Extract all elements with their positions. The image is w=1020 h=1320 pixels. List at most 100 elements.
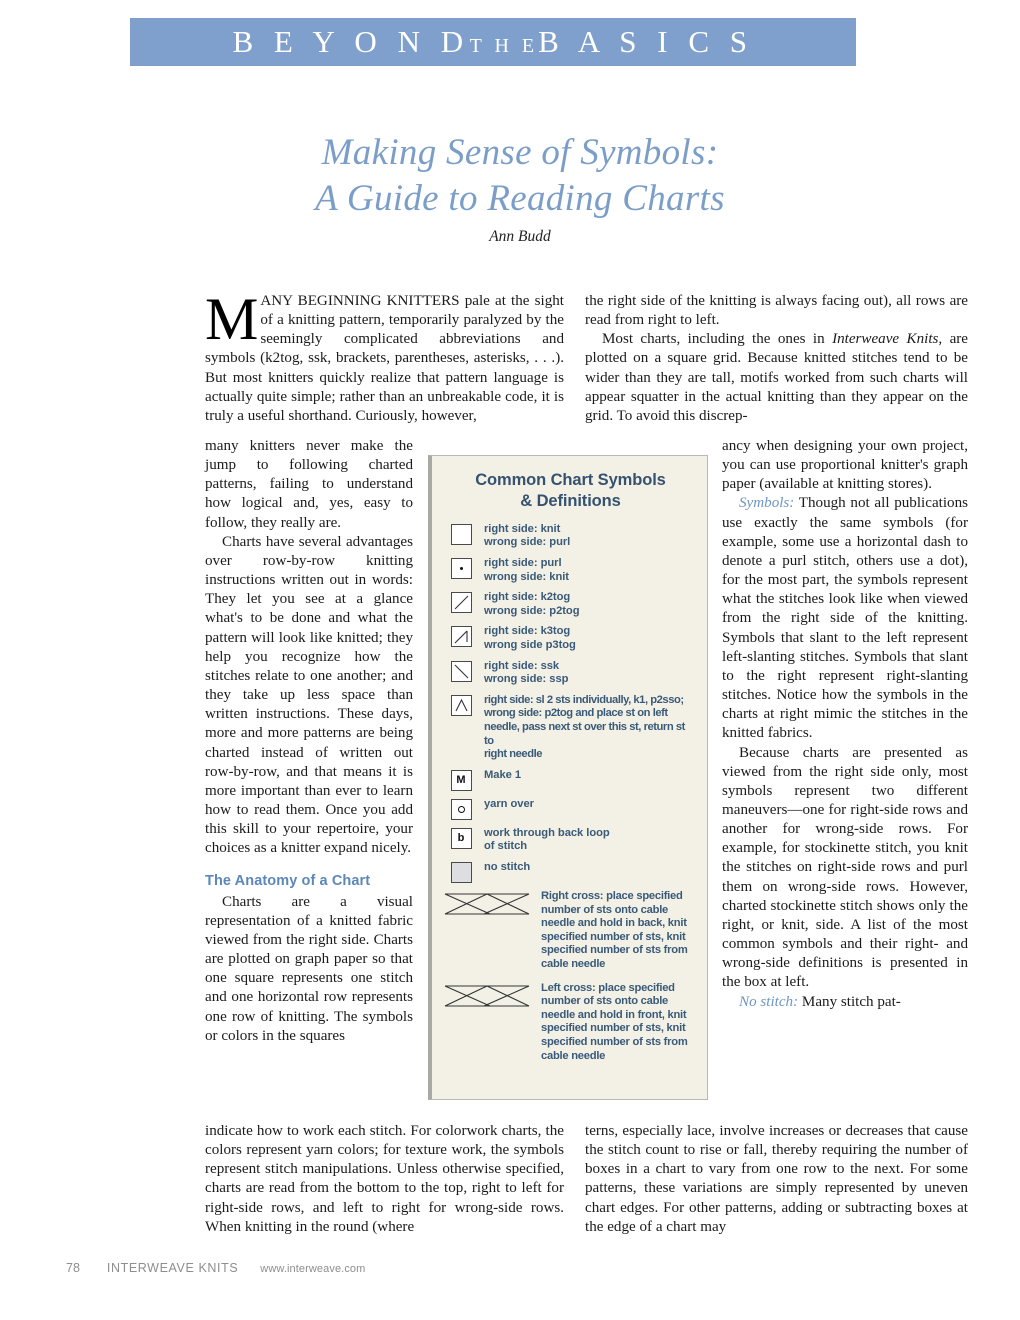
right-narrow-paragraph-4-text: Many stitch pat- — [798, 993, 901, 1010]
left-narrow-paragraph-3: Charts are a visual representation of a … — [205, 893, 413, 1044]
symbol-row: no stitch — [444, 861, 697, 883]
sidebar-title-line-2: & Definitions — [520, 492, 621, 511]
symbol-definition: yarn over — [478, 798, 534, 812]
through-back-loop-icon: b — [450, 827, 472, 849]
left-narrow-paragraph-1: many knitters never make the jump to fol… — [205, 438, 413, 531]
drop-cap-letter: M — [205, 286, 259, 352]
article-title-block: Making Sense of Symbols: A Guide to Read… — [150, 130, 890, 246]
symbol-line-3: needle, pass next st over this st, retur… — [484, 721, 685, 747]
publication-name: INTERWEAVE KNITS — [106, 1261, 239, 1275]
symbol-icon-cell — [444, 660, 478, 682]
symbol-definition: no stitch — [478, 861, 530, 875]
symbol-row: right side: k2tog wrong side: p2tog — [444, 591, 697, 618]
slash-glyph — [454, 595, 468, 610]
symbol-icon-cell — [444, 557, 478, 580]
symbol-row: right side: ssk wrong side: ssp — [444, 660, 697, 687]
make-one-icon: M — [450, 769, 472, 791]
right-bottom-paragraph: terns, especially lace, involve increase… — [585, 1123, 968, 1235]
right-narrow-paragraph-2: Symbols: Though not all publications use… — [722, 494, 968, 743]
symbol-row: right side: purl wrong side: knit — [444, 557, 697, 584]
symbol-line-1: right side: sl 2 sts individually, k1, p… — [484, 693, 684, 706]
page-footer: 78 INTERWEAVE KNITS www.interweave.com — [66, 1261, 365, 1275]
symbol-row: right side: knit wrong side: purl — [444, 523, 697, 550]
runin-head-no-stitch: No stitch: — [739, 993, 799, 1010]
left-column-bottom: indicate how to work each stitch. For co… — [205, 1122, 564, 1237]
symbol-icon-cell — [444, 523, 478, 545]
beyond-the-basics-banner: B E Y O N DT H EB A S I C S — [130, 18, 856, 66]
symbol-line-1: right side: k2tog — [484, 591, 571, 604]
publication-url: www.interweave.com — [260, 1263, 366, 1275]
no-stitch-icon — [450, 861, 472, 883]
double-decrease-chevron-icon — [450, 694, 472, 716]
symbol-icon-cell — [444, 861, 478, 883]
symbol-line-1: yarn over — [484, 797, 534, 810]
right-narrow-paragraph-1: ancy when designing your own project, yo… — [722, 438, 968, 493]
page-number: 78 — [66, 1261, 80, 1275]
left-column-opening: M ANY BEGINNING KNITTERS pale at the sigh… — [205, 286, 564, 426]
symbol-icon-cell — [444, 625, 478, 648]
symbol-icon-cell — [444, 798, 478, 820]
slash-tick-glyph — [454, 631, 468, 644]
sidebar-title-line-1: Common Chart Symbols — [475, 471, 666, 489]
runin-head-symbols: Symbols: — [739, 495, 795, 512]
left-narrow-paragraph-2: Charts have several advantages over row-… — [205, 533, 413, 857]
symbol-icon-cell — [444, 694, 478, 716]
symbol-icon-cell: b — [444, 827, 478, 849]
right-paragraph-2: Most charts, including the ones in Inter… — [585, 330, 968, 426]
symbol-row: Right cross: place specified number of s… — [444, 890, 697, 972]
symbol-line-1: right side: k3tog — [484, 625, 571, 638]
symbol-line-2: wrong side: p2tog and place st on left — [484, 707, 668, 720]
yarn-over-icon — [450, 798, 472, 820]
symbol-line-1: Make 1 — [484, 768, 522, 781]
symbol-definition: right side: knit wrong side: purl — [478, 523, 570, 550]
right-column-opening: the right side of the knitting is always… — [585, 292, 968, 426]
k2tog-slash-icon — [450, 592, 472, 614]
ring-shape — [457, 805, 465, 813]
banner-text: B E Y O N DT H EB A S I C S — [232, 24, 753, 60]
left-column-narrow: many knitters never make the jump to fol… — [205, 437, 413, 1046]
symbol-line-1: right side: purl — [484, 557, 562, 570]
symbol-line-2: wrong side: p2tog — [484, 604, 580, 617]
k3tog-slash-tick-icon — [450, 626, 472, 648]
symbol-line-4: right needle — [484, 748, 543, 761]
symbol-line-1: no stitch — [484, 860, 531, 873]
symbol-icon-cell — [444, 591, 478, 614]
page-title-line-2: A Guide to Reading Charts — [315, 177, 725, 219]
left-cross-cable-icon — [444, 984, 530, 1007]
opening-paragraph: M ANY BEGINNING KNITTERS pale at the sigh… — [205, 286, 564, 426]
right-cross-cable-icon — [444, 893, 530, 915]
right-paragraph-1: the right side of the knitting is always… — [585, 293, 968, 329]
symbol-line-2: wrong side p3tog — [484, 639, 576, 652]
symbol-row: Left cross: place specified number of st… — [444, 982, 697, 1064]
symbol-line-2: wrong side: purl — [484, 536, 571, 549]
symbol-line-2: of stitch — [484, 840, 528, 853]
symbol-row: yarn over — [444, 798, 697, 820]
symbol-line-2: wrong side: knit — [484, 570, 569, 583]
interweave-knits-italic: Interweave Knits — [832, 331, 939, 348]
sidebar-title: Common Chart Symbols & Definitions — [444, 470, 697, 513]
right-paragraph-2-part-a: Most charts, including the ones in — [602, 331, 833, 348]
chevron-glyph — [455, 698, 467, 712]
banner-word-basics: B A S I C S — [538, 24, 754, 59]
symbol-line-1: right side: knit — [484, 522, 561, 535]
symbol-line-2: wrong side: ssp — [484, 673, 569, 686]
symbol-definition: Make 1 — [478, 769, 521, 783]
right-narrow-paragraph-4: No stitch: Many stitch pat- — [722, 993, 968, 1012]
symbol-definition: right side: purl wrong side: knit — [478, 557, 569, 584]
symbol-definition: right side: ssk wrong side: ssp — [478, 660, 568, 687]
symbol-icon-cell — [444, 982, 536, 1013]
page-title-line-1: Making Sense of Symbols: — [321, 132, 719, 173]
symbol-definition: right side: k3tog wrong side p3tog — [478, 625, 576, 652]
symbol-row: right side: k3tog wrong side p3tog — [444, 625, 697, 652]
author-byline: Ann Budd — [489, 228, 551, 245]
left-bottom-paragraph: indicate how to work each stitch. For co… — [205, 1123, 564, 1235]
empty-square-icon — [450, 523, 472, 545]
right-column-bottom: terns, especially lace, involve increase… — [585, 1122, 968, 1237]
dot-shape — [459, 567, 463, 571]
right-column-narrow: ancy when designing your own project, yo… — [722, 437, 968, 1012]
symbol-icon-cell: M — [444, 769, 478, 791]
symbol-row: right side: sl 2 sts individually, k1, p… — [444, 694, 697, 762]
symbol-definition: right side: k2tog wrong side: p2tog — [478, 591, 580, 618]
symbol-definition: right side: sl 2 sts individually, k1, p… — [478, 694, 697, 762]
symbol-list: right side: knit wrong side: purl right … — [444, 523, 697, 1063]
